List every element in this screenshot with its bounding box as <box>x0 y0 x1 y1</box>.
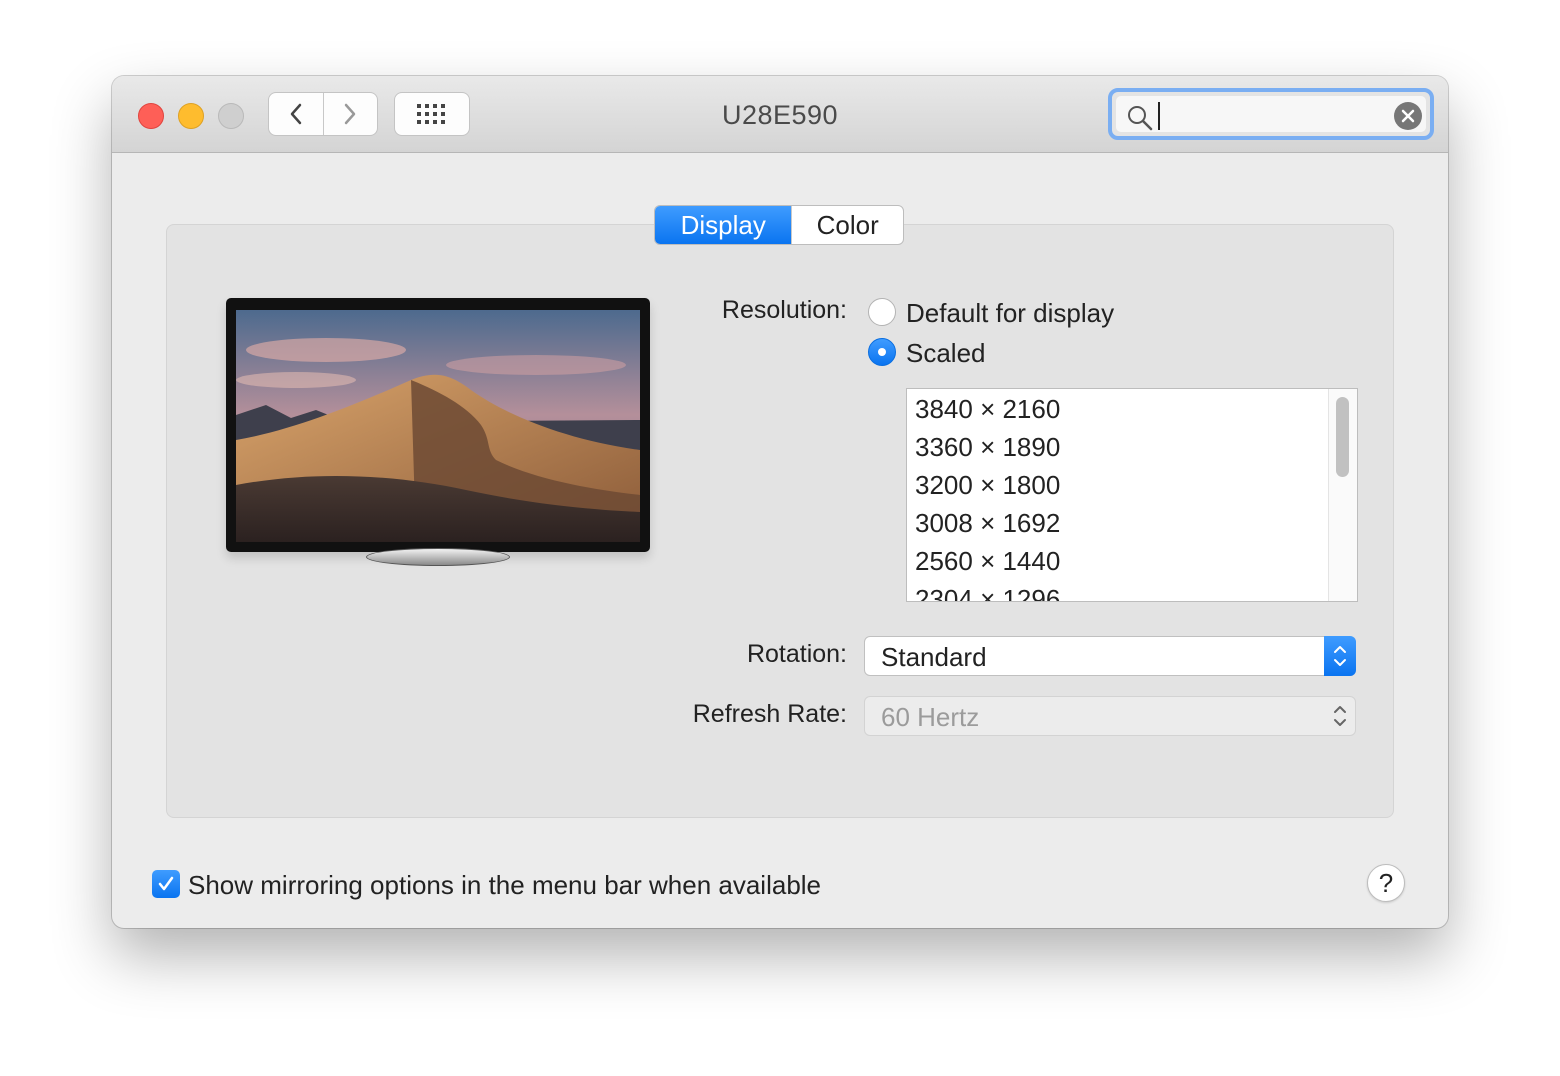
radio-default-for-display[interactable] <box>868 298 896 326</box>
tab-color[interactable]: Color <box>791 206 903 244</box>
list-item[interactable]: 2304 × 1296 <box>915 580 1060 601</box>
list-item[interactable]: 3360 × 1890 <box>915 428 1060 466</box>
scrollbar-thumb[interactable] <box>1336 397 1349 477</box>
monitor-stand <box>366 548 510 566</box>
list-item[interactable]: 3200 × 1800 <box>915 466 1060 504</box>
list-item[interactable]: 3840 × 2160 <box>915 390 1060 428</box>
mirroring-checkbox[interactable] <box>152 870 180 898</box>
refresh-rate-label: Refresh Rate: <box>692 700 847 728</box>
search-icon <box>1128 106 1153 131</box>
rotation-label: Rotation: <box>746 640 847 668</box>
clear-search-button[interactable] <box>1394 102 1422 130</box>
monitor-preview <box>226 298 650 566</box>
tab-bar: Display Color <box>654 205 904 245</box>
tab-display[interactable]: Display <box>655 206 792 244</box>
text-cursor <box>1158 102 1160 130</box>
radio-default-label[interactable]: Default for display <box>906 298 1114 329</box>
desktop-wallpaper-image <box>236 310 640 542</box>
list-item[interactable]: 3008 × 1692 <box>915 504 1060 542</box>
resolution-label: Resolution: <box>721 296 847 324</box>
refresh-rate-value: 60 Hertz <box>881 702 980 732</box>
rotation-value: Standard <box>881 642 987 672</box>
list-scrollbar[interactable] <box>1328 389 1357 601</box>
preferences-window: U28E590 Display Color Resolution: Defaul… <box>112 76 1448 928</box>
mirroring-label[interactable]: Show mirroring options in the menu bar w… <box>188 870 821 901</box>
updown-arrows-icon <box>1324 636 1356 676</box>
title-bar: U28E590 <box>112 76 1448 153</box>
help-button[interactable]: ? <box>1367 864 1405 902</box>
refresh-rate-popup: 60 Hertz <box>864 696 1356 736</box>
search-field[interactable] <box>1108 88 1434 140</box>
rotation-popup[interactable]: Standard <box>864 636 1356 676</box>
scaled-resolution-list[interactable]: 3840 × 2160 3360 × 1890 3200 × 1800 3008… <box>906 388 1358 602</box>
radio-scaled-label[interactable]: Scaled <box>906 338 986 369</box>
close-icon <box>1401 109 1415 123</box>
checkmark-icon <box>158 876 174 891</box>
radio-scaled[interactable] <box>868 338 896 366</box>
updown-arrows-icon <box>1324 696 1356 736</box>
list-item[interactable]: 2560 × 1440 <box>915 542 1060 580</box>
